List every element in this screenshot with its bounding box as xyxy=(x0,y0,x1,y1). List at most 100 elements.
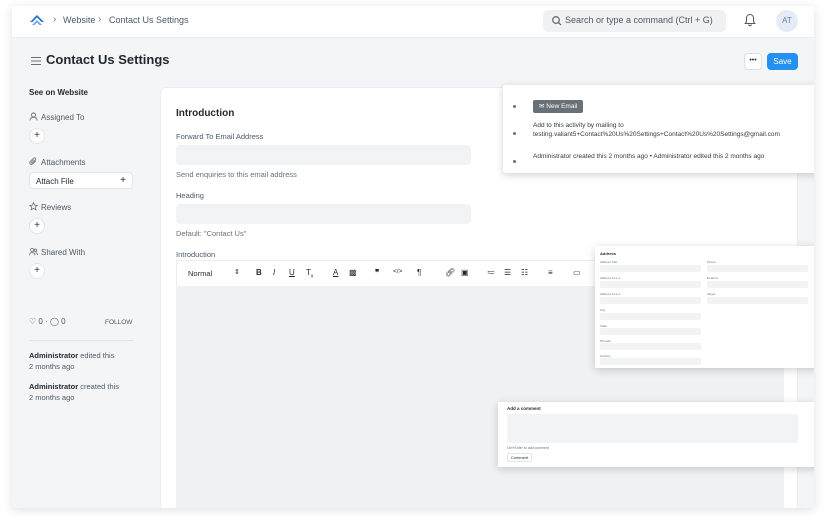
shared-with-text: Shared With xyxy=(41,248,86,257)
mail-icon: ✉ xyxy=(539,103,545,110)
activity-time: 2 months ago xyxy=(29,362,75,371)
app-logo-icon[interactable] xyxy=(29,14,45,28)
email-id-input[interactable] xyxy=(707,281,808,288)
clear-format-icon[interactable]: Tx xyxy=(306,268,313,280)
skype-input[interactable] xyxy=(707,297,808,304)
city-input[interactable] xyxy=(600,313,701,320)
attach-file-label: Attach File xyxy=(36,177,74,186)
activity-action: edited this xyxy=(80,351,115,360)
bold-icon[interactable]: B xyxy=(256,268,262,277)
italic-icon[interactable]: I xyxy=(273,268,275,277)
user-avatar[interactable]: AT xyxy=(776,10,798,32)
pincode-input[interactable] xyxy=(600,343,701,350)
save-button[interactable]: Save xyxy=(767,53,798,70)
new-email-label: New Email xyxy=(546,103,578,110)
activity-action: created this xyxy=(80,382,120,391)
add-review-button[interactable]: + xyxy=(29,218,45,234)
country-input[interactable] xyxy=(600,358,701,365)
link-icon[interactable]: 🔗︎ xyxy=(445,268,455,277)
breadcrumb-separator-icon: › xyxy=(53,14,57,25)
shared-with-label: Shared With xyxy=(29,247,85,257)
heading-description: Default: "Contact Us" xyxy=(176,229,247,238)
skype-label: Skype xyxy=(707,292,716,296)
users-icon xyxy=(29,247,38,256)
follow-button[interactable]: FOLLOW xyxy=(105,319,132,326)
city-label: City xyxy=(600,308,606,312)
breadcrumb-contact-us-settings[interactable]: Contact Us Settings xyxy=(109,15,189,25)
notification-bell-icon[interactable] xyxy=(744,13,756,27)
address-line1-label: Address Line 1 xyxy=(600,276,621,280)
comment-button[interactable]: Comment xyxy=(507,453,532,462)
breadcrumb-separator-icon: › xyxy=(98,14,102,25)
forward-email-label: Forward To Email Address xyxy=(176,132,264,141)
timeline-panel: ✉ New Email Add to this activity by mail… xyxy=(503,85,814,173)
attachments-label: Attachments xyxy=(29,157,85,167)
sidebar-toggle-icon[interactable] xyxy=(31,57,41,65)
phone-input[interactable] xyxy=(707,265,808,272)
introduction-label: Introduction xyxy=(176,250,216,259)
heading-label: Heading xyxy=(176,191,204,200)
table-icon[interactable]: ▭ xyxy=(573,268,581,277)
more-actions-button[interactable]: ••• xyxy=(744,53,762,70)
search-placeholder: Search or type a command (Ctrl + G) xyxy=(565,15,713,25)
direction-icon[interactable]: ¶ xyxy=(417,268,421,277)
attachments-text: Attachments xyxy=(41,158,86,167)
forward-email-description: Send enquiries to this email address xyxy=(176,170,297,179)
code-icon[interactable]: </> xyxy=(393,268,402,275)
heart-icon[interactable]: ♡ xyxy=(29,317,36,326)
activity-time: 2 months ago xyxy=(29,393,75,402)
comment-icon[interactable]: ◯ xyxy=(50,317,59,326)
likes-comments-count: ♡ 0 · ◯ 0 xyxy=(29,317,66,326)
phone-label: Phone xyxy=(707,260,716,264)
format-select[interactable]: Normal xyxy=(188,269,212,278)
forward-email-input[interactable] xyxy=(176,145,471,165)
comments-count: 0 xyxy=(61,317,66,326)
timeline-dot xyxy=(513,105,516,108)
activity-user[interactable]: Administrator xyxy=(29,351,78,360)
text-color-icon[interactable]: A xyxy=(333,268,338,277)
align-icon[interactable]: ≡ xyxy=(548,268,553,277)
add-assignee-button[interactable]: + xyxy=(29,128,45,144)
activity-item: Administrator created this 2 months ago xyxy=(29,381,119,403)
add-comment-title: Add a comment xyxy=(507,406,541,411)
background-color-icon[interactable]: ▩ xyxy=(349,268,357,277)
mail-hint: Add to this activity by mailing to xyxy=(533,122,624,129)
address-line1-input[interactable] xyxy=(600,281,701,288)
new-email-button[interactable]: ✉ New Email xyxy=(533,100,584,113)
mail-address[interactable]: testing.valiant5+Contact%20Us%20Settings… xyxy=(533,131,780,138)
page-title: Contact Us Settings xyxy=(46,52,170,67)
reviews-text: Reviews xyxy=(41,203,72,212)
ordered-list-icon[interactable]: ≔ xyxy=(487,268,495,277)
see-on-website-link[interactable]: See on Website xyxy=(29,88,88,97)
heading-input[interactable] xyxy=(176,204,471,224)
search-bar[interactable]: Search or type a command (Ctrl + G) xyxy=(543,10,726,32)
timeline-log: Administrator created this 2 months ago … xyxy=(533,153,765,160)
address-title-input[interactable] xyxy=(600,265,701,272)
likes-count: 0 xyxy=(38,317,43,326)
bullet-list-icon[interactable]: ☰ xyxy=(504,268,511,277)
blockquote-icon[interactable]: ❞ xyxy=(375,268,379,277)
address-title: Address xyxy=(600,251,617,256)
attach-file-button[interactable]: Attach File + xyxy=(29,172,133,189)
image-icon[interactable]: ▣ xyxy=(461,268,469,277)
plus-icon: + xyxy=(120,175,126,186)
activity-user[interactable]: Administrator xyxy=(29,382,78,391)
address-form-preview: Address Address Title Address Line 1 Add… xyxy=(595,246,814,368)
address-line2-input[interactable] xyxy=(600,297,701,304)
timeline-dot xyxy=(513,132,516,135)
app-window: › Website › Contact Us Settings Search o… xyxy=(12,6,814,508)
add-comment-panel: Add a comment Ctrl+Enter to add comment … xyxy=(498,402,814,467)
timeline-dot xyxy=(513,160,516,163)
state-input[interactable] xyxy=(600,328,701,335)
navbar: › Website › Contact Us Settings Search o… xyxy=(12,6,814,38)
assigned-to-text: Assigned To xyxy=(41,113,85,122)
reviews-label: Reviews xyxy=(29,202,71,212)
comment-input[interactable] xyxy=(507,414,798,443)
underline-icon[interactable]: U xyxy=(289,268,295,277)
star-icon xyxy=(29,202,38,211)
format-select-chevron-icon[interactable]: ⇕ xyxy=(234,268,240,276)
breadcrumb-website[interactable]: Website xyxy=(63,15,95,25)
checklist-icon[interactable]: ☷ xyxy=(521,268,528,277)
add-share-button[interactable]: + xyxy=(29,263,45,279)
sidebar-divider xyxy=(29,340,133,341)
